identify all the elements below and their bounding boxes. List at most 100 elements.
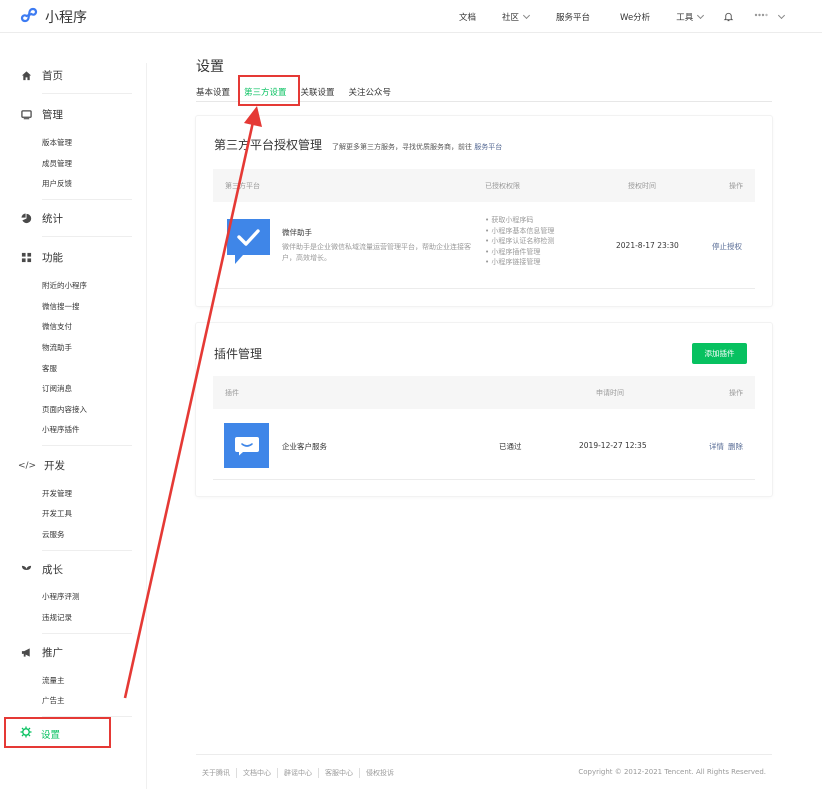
plugin-delete-link[interactable]: 删除 xyxy=(728,441,743,452)
footer: 关于腾讯 文档中心 辟谣中心 客服中心 侵权投诉 Copyright © 201… xyxy=(196,754,772,778)
row-divider xyxy=(213,479,755,480)
sidebar-section-label: 开发 xyxy=(44,460,65,472)
page-root: 小程序 文档 社区 服务平台 We分析 工具 首页 管理 版本管理 成员管理 用… xyxy=(0,0,822,789)
footer-link[interactable]: 关于腾讯 xyxy=(196,768,236,778)
service-platform-link[interactable]: 服务平台 xyxy=(474,143,502,151)
brand[interactable]: 小程序 xyxy=(20,6,87,28)
bell-icon[interactable] xyxy=(723,11,734,22)
plugin-name: 企业客户服务 xyxy=(282,442,327,451)
revoke-auth-link[interactable]: 停止授权 xyxy=(712,241,742,252)
code-icon: </> xyxy=(17,460,37,471)
table-header: 插件 申请时间 操作 xyxy=(213,376,755,409)
nav-tools[interactable]: 工具 xyxy=(676,11,705,23)
plugins-card: 插件管理 添加插件 插件 申请时间 操作 企业客户服务 已通过 2019-12-… xyxy=(196,323,772,496)
sidebar-item-dev-tools[interactable]: 开发工具 xyxy=(42,508,72,519)
highlight-box-settings xyxy=(4,717,111,748)
sidebar-item-feedback[interactable]: 用户反馈 xyxy=(42,178,72,189)
chevron-down-icon xyxy=(697,11,705,19)
top-nav: 文档 社区 服务平台 We分析 工具 xyxy=(459,0,786,33)
section-title: 插件管理 xyxy=(214,347,263,361)
chat-app-icon xyxy=(224,423,269,468)
mini-program-logo-icon xyxy=(20,6,38,28)
sidebar-section-label: 推广 xyxy=(42,647,63,659)
sidebar-section-label: 功能 xyxy=(42,252,63,264)
section-hint: 了解更多第三方服务，寻找优质服务商，前往 服务平台 xyxy=(332,142,502,152)
monitor-icon xyxy=(20,109,32,121)
permission-item: 小程序链接管理 xyxy=(485,257,554,268)
divider xyxy=(42,550,132,551)
sidebar-item-subscription[interactable]: 订阅消息 xyxy=(42,383,72,394)
sprout-icon xyxy=(20,564,32,576)
add-plugin-button[interactable]: 添加插件 xyxy=(692,343,747,364)
tab-bar: 基本设置 第三方设置 关联设置 关注公众号 xyxy=(196,86,405,106)
sidebar-section-promo[interactable]: 推广 xyxy=(20,645,63,660)
sidebar-item-customer-service[interactable]: 客服 xyxy=(42,363,57,374)
sidebar-section-growth[interactable]: 成长 xyxy=(20,562,63,577)
page-title: 设置 xyxy=(196,59,224,75)
sidebar-item-advertiser[interactable]: 广告主 xyxy=(42,695,65,706)
nav-tools-label: 工具 xyxy=(676,12,694,23)
sidebar-item-nearby[interactable]: 附近的小程序 xyxy=(42,280,87,291)
row-divider xyxy=(213,288,755,289)
tab-follow-account[interactable]: 关注公众号 xyxy=(349,86,392,106)
sidebar-item-review[interactable]: 小程序评测 xyxy=(42,591,80,602)
tab-related-settings[interactable]: 关联设置 xyxy=(301,86,335,106)
sidebar-item-search[interactable]: 微信搜一搜 xyxy=(42,301,80,312)
sidebar-item-version[interactable]: 版本管理 xyxy=(42,137,72,148)
divider xyxy=(42,236,132,237)
sidebar-item-publisher[interactable]: 流量主 xyxy=(42,675,65,686)
column-header: 已授权权限 xyxy=(485,182,520,190)
sidebar-item-members[interactable]: 成员管理 xyxy=(42,158,72,169)
footer-link[interactable]: 辟谣中心 xyxy=(277,768,318,778)
sidebar-item-page-content[interactable]: 页面内容接入 xyxy=(42,404,87,415)
column-header: 插件 xyxy=(225,389,239,397)
column-header: 授权时间 xyxy=(628,182,656,190)
third-party-header: 第三方平台授权管理 了解更多第三方服务，寻找优质服务商，前往 服务平台 xyxy=(214,136,502,153)
section-title: 第三方平台授权管理 xyxy=(214,138,323,152)
sidebar-item-home[interactable]: 首页 xyxy=(20,68,63,83)
highlight-box-tab xyxy=(238,75,300,106)
footer-link[interactable]: 客服中心 xyxy=(318,768,359,778)
sidebar-item-violations[interactable]: 违规记录 xyxy=(42,612,72,623)
footer-link[interactable]: 文档中心 xyxy=(236,768,277,778)
plugin-status: 已通过 xyxy=(499,442,522,451)
divider xyxy=(42,445,132,446)
nav-docs[interactable]: 文档 xyxy=(459,11,476,23)
platform-name: 微伴助手 xyxy=(282,228,312,237)
auth-time: 2021-8-17 23:30 xyxy=(616,241,679,250)
sidebar-item-plugins[interactable]: 小程序插件 xyxy=(42,424,80,435)
sidebar-item-stats[interactable]: 统计 xyxy=(20,211,63,226)
sidebar-section-features[interactable]: 功能 xyxy=(20,250,63,265)
plugins-header: 插件管理 xyxy=(214,345,262,362)
sidebar-item-dev-manage[interactable]: 开发管理 xyxy=(42,488,72,499)
permission-item: 小程序插件管理 xyxy=(485,247,554,258)
megaphone-icon xyxy=(20,647,32,659)
sidebar-divider xyxy=(146,63,147,789)
permission-list: 获取小程序码 小程序基本信息管理 小程序认证名称检测 小程序插件管理 小程序链接… xyxy=(485,215,554,268)
divider xyxy=(42,199,132,200)
permission-item: 获取小程序码 xyxy=(485,215,554,226)
nav-community-label: 社区 xyxy=(502,12,520,23)
hint-text: 了解更多第三方服务，寻找优质服务商，前往 xyxy=(332,143,473,151)
chevron-down-icon xyxy=(778,11,786,19)
top-bar: 小程序 文档 社区 服务平台 We分析 工具 xyxy=(0,0,822,33)
divider xyxy=(42,633,132,634)
avatar xyxy=(754,11,768,22)
grid-icon xyxy=(20,252,32,264)
sidebar-item-cloud[interactable]: 云服务 xyxy=(42,529,65,540)
nav-we-analytics[interactable]: We分析 xyxy=(620,11,650,23)
nav-community[interactable]: 社区 xyxy=(502,11,531,23)
home-icon xyxy=(20,70,32,82)
sidebar-section-manage[interactable]: 管理 xyxy=(20,107,63,122)
sidebar-item-logistics[interactable]: 物流助手 xyxy=(42,342,72,353)
plugin-detail-link[interactable]: 详情 xyxy=(709,441,724,452)
footer-link[interactable]: 侵权投诉 xyxy=(359,768,400,778)
nav-service-platform[interactable]: 服务平台 xyxy=(556,11,590,23)
column-header: 操作 xyxy=(729,389,743,397)
tab-basic-settings[interactable]: 基本设置 xyxy=(196,86,230,106)
sidebar-item-pay[interactable]: 微信支付 xyxy=(42,321,72,332)
chevron-down-icon xyxy=(522,11,531,19)
pie-chart-icon xyxy=(20,213,32,225)
account-menu[interactable] xyxy=(754,11,786,22)
sidebar-section-dev[interactable]: </> 开发 xyxy=(17,458,65,473)
